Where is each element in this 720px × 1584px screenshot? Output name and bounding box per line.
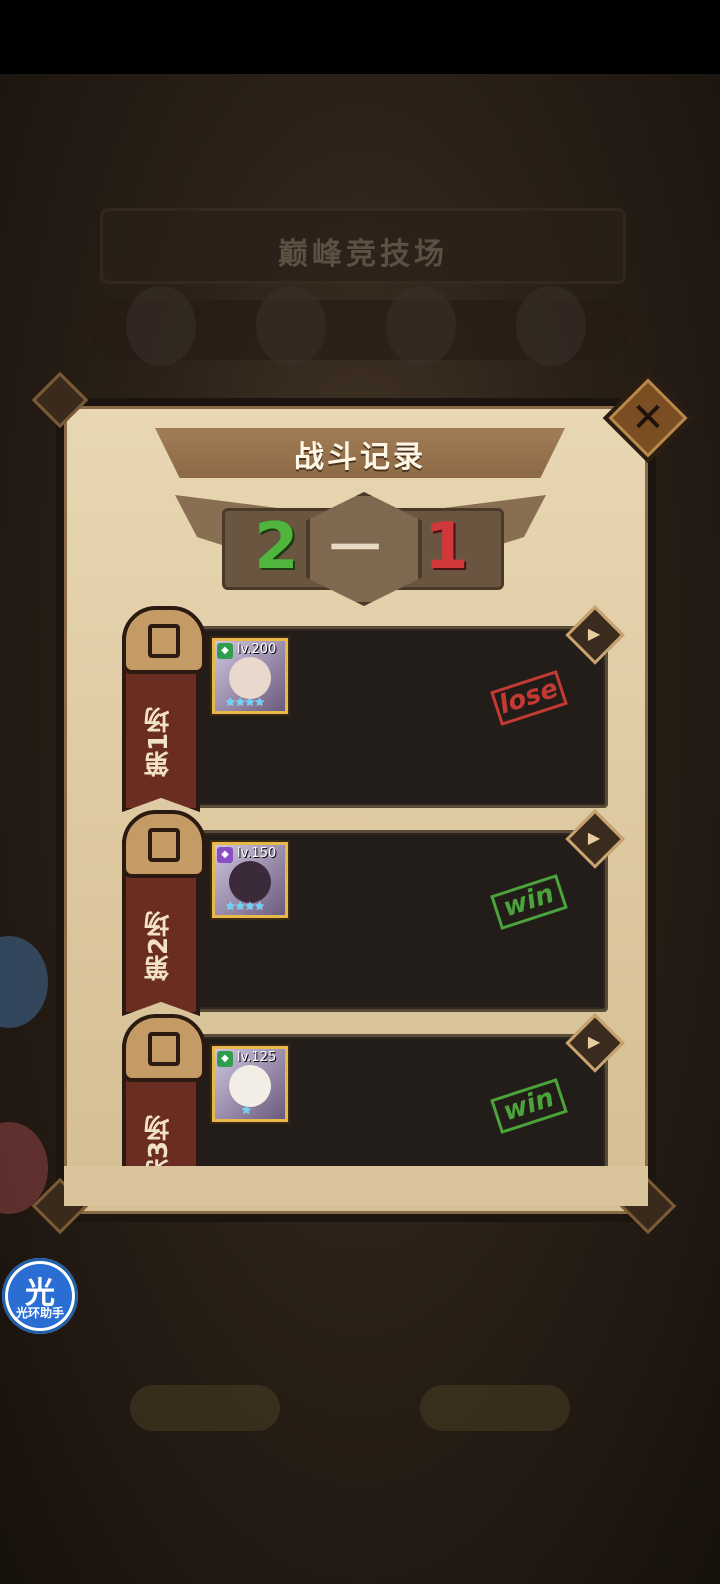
- helmet-icon: [122, 1014, 206, 1082]
- assistant-float-button[interactable]: 光 光环助手: [2, 1258, 78, 1334]
- video-replay-icon[interactable]: ▶: [582, 622, 606, 646]
- score-right: 1: [424, 510, 469, 584]
- score-left: 2: [254, 510, 299, 584]
- hero-level: lv.150: [237, 846, 277, 861]
- hero-face: [229, 657, 271, 699]
- dialog-title: 战斗记录: [294, 440, 426, 475]
- background-medal-4: [516, 286, 586, 366]
- background-title-banner: 巅峰竞技场: [100, 208, 626, 284]
- hero-face: [229, 861, 271, 903]
- helmet-icon: [122, 810, 206, 878]
- background-medal-1: [126, 286, 196, 366]
- hero-portrait[interactable]: ◆ lv.200 ★★★★: [212, 638, 288, 714]
- match-row: 第2场 ▶ ◆ lv.150 ★★★★ win: [64, 804, 648, 1016]
- hero-stars: ★★★★: [225, 695, 265, 709]
- background-medal-3: [386, 286, 456, 366]
- video-replay-icon[interactable]: ▶: [582, 1030, 606, 1054]
- hero-portrait[interactable]: ◆ lv.125 ★: [212, 1046, 288, 1122]
- background-medal-2: [256, 286, 326, 366]
- helmet-icon: [122, 606, 206, 674]
- dialog-bottom-edge: [64, 1166, 648, 1206]
- hero-stars: ★: [241, 1103, 252, 1117]
- score-separator: 一: [330, 520, 380, 578]
- background-button-2: [420, 1385, 570, 1431]
- match-label: 第2场: [144, 910, 174, 982]
- hero-class-icon: ◆: [217, 643, 233, 659]
- close-icon[interactable]: ✕: [616, 386, 680, 450]
- match-list[interactable]: 第1场 ▶ ◆ lv.200 ★★★★ lose 第2场 ▶ ◆ lv.150 …: [64, 600, 648, 1166]
- hero-class-icon: ◆: [217, 847, 233, 863]
- background-title: 巅峰竞技场: [278, 237, 448, 272]
- assistant-label: 光环助手: [15, 1306, 64, 1320]
- hero-level: lv.125: [237, 1050, 277, 1065]
- hero-level: lv.200: [237, 642, 277, 657]
- hero-portrait[interactable]: ◆ lv.150 ★★★★: [212, 842, 288, 918]
- match-row: 第1场 ▶ ◆ lv.200 ★★★★ lose: [64, 600, 648, 812]
- hero-face: [229, 1065, 271, 1107]
- status-bar: [0, 0, 720, 74]
- video-replay-icon[interactable]: ▶: [582, 826, 606, 850]
- hero-stars: ★★★★: [225, 899, 265, 913]
- background-button-1: [130, 1385, 280, 1431]
- match-label: 第1场: [144, 706, 174, 778]
- match-label: 第3场: [144, 1114, 174, 1166]
- match-row: 第3场 ▶ ◆ lv.125 ★ win: [64, 1008, 648, 1166]
- hero-class-icon: ◆: [217, 1051, 233, 1067]
